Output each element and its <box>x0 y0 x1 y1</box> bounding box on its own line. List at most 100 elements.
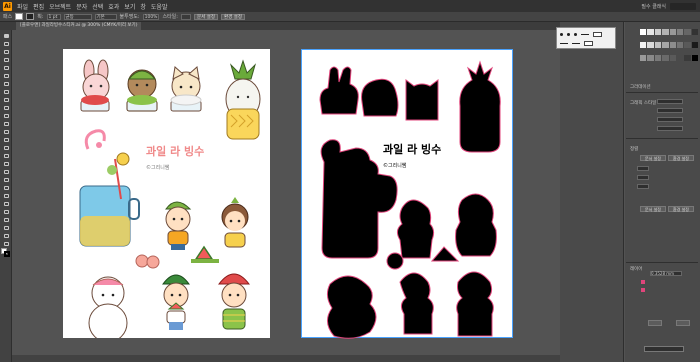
swatch[interactable] <box>669 55 676 61</box>
strawberry-kid-sticker[interactable] <box>217 273 251 330</box>
brush-line-icon[interactable] <box>572 43 580 44</box>
symbol-sprayer-tool-icon[interactable] <box>2 209 10 215</box>
brush-round-icon[interactable] <box>567 33 570 36</box>
eraser-tool-icon[interactable] <box>2 121 10 127</box>
menu-object[interactable]: 오브젝트 <box>49 2 71 11</box>
graph-tool-icon[interactable] <box>2 217 10 223</box>
hand-tool-icon[interactable] <box>2 233 10 239</box>
menu-edit[interactable]: 편집 <box>33 2 44 11</box>
watermelon-slice-sticker[interactable] <box>191 245 219 263</box>
style-field-2[interactable] <box>657 117 683 122</box>
style-field[interactable] <box>180 13 191 20</box>
menu-help[interactable]: 도움말 <box>151 2 168 11</box>
document-setup-button[interactable]: 문서 설정 <box>193 13 218 20</box>
prefs-panel-button[interactable]: 환경 설정 <box>668 155 694 161</box>
style-field-3[interactable] <box>657 126 683 131</box>
swatch[interactable] <box>676 29 684 35</box>
pineapple-sticker[interactable] <box>225 59 261 140</box>
swatch[interactable] <box>691 42 698 48</box>
artboard-cut-lines[interactable]: 과일 라 빙수 ©그리니쌤 <box>301 49 513 339</box>
menu-effect[interactable]: 효과 <box>108 2 119 11</box>
canvas-area[interactable]: 과일 라 빙수 ©그리니쌤 과일 라 빙수 ©그리니쌤 <box>12 30 560 362</box>
swatch[interactable] <box>647 55 654 61</box>
swatch[interactable] <box>691 29 698 35</box>
gradient-panel-label[interactable]: 그라데이션 <box>630 84 651 90</box>
panel-button-a[interactable] <box>648 320 662 326</box>
unit-field[interactable]: 0.3528 mm <box>650 271 682 276</box>
swatch[interactable] <box>662 55 669 61</box>
mesh-tool-icon[interactable] <box>2 177 10 183</box>
flamingo-drink-sticker[interactable] <box>79 129 140 247</box>
peaches-sticker[interactable] <box>135 254 160 269</box>
style-select[interactable] <box>657 99 683 104</box>
panel-button-b[interactable] <box>676 320 690 326</box>
free-transform-tool-icon[interactable] <box>2 153 10 159</box>
width-tool-icon[interactable] <box>2 145 10 151</box>
brush-box-icon[interactable] <box>584 41 593 46</box>
brush-definition-field[interactable]: 기본 <box>94 13 117 20</box>
pen-tool-icon[interactable] <box>2 65 10 71</box>
scale-tool-icon[interactable] <box>2 137 10 143</box>
perspective-grid-tool-icon[interactable] <box>2 169 10 175</box>
line-tool-icon[interactable] <box>2 89 10 95</box>
swatch[interactable] <box>654 29 662 35</box>
preferences-button[interactable]: 환경 설정 <box>220 13 245 20</box>
swatch[interactable] <box>691 55 698 61</box>
brush-round-icon[interactable] <box>574 33 577 36</box>
kiwi-bear-sticker[interactable] <box>126 69 158 112</box>
variable-width-field[interactable]: 균등 <box>63 13 92 20</box>
swatch[interactable] <box>669 29 676 35</box>
eyedropper-tool-icon[interactable] <box>2 193 10 199</box>
swatch[interactable] <box>684 55 691 61</box>
swatch[interactable] <box>662 29 669 35</box>
stroke-swatch[interactable] <box>26 13 35 20</box>
stroke-weight-field[interactable]: 1 pt <box>46 13 61 20</box>
swatch[interactable] <box>654 55 662 61</box>
swatch[interactable] <box>662 42 669 48</box>
checkbox-row[interactable] <box>637 166 649 171</box>
rotate-tool-icon[interactable] <box>2 129 10 135</box>
pencil-tool-icon[interactable] <box>2 113 10 119</box>
swatch[interactable] <box>640 55 647 61</box>
zoom-tool-icon[interactable] <box>2 241 10 247</box>
swatch[interactable] <box>676 42 684 48</box>
brush-line-icon[interactable] <box>581 34 589 35</box>
style-field[interactable] <box>657 108 683 113</box>
lasso-tool-icon[interactable] <box>2 57 10 63</box>
gradient-tool-icon[interactable] <box>2 185 10 191</box>
doc-setup-panel-button-2[interactable]: 문서 설정 <box>640 206 666 212</box>
watermelon-kid-sticker[interactable] <box>162 274 190 330</box>
bunny-sticker[interactable] <box>80 59 110 112</box>
menu-select[interactable]: 선택 <box>92 2 103 11</box>
sheep-sticker[interactable] <box>88 276 128 343</box>
align-panel-label[interactable]: 정렬 <box>630 146 638 152</box>
girl-sticker[interactable] <box>221 197 249 248</box>
brushes-panel[interactable] <box>556 27 616 49</box>
menu-window[interactable]: 창 <box>140 2 146 11</box>
workspace-switcher[interactable]: 필수 클래식 <box>641 3 666 10</box>
search-input[interactable] <box>670 2 696 10</box>
brush-round-icon[interactable] <box>560 33 563 36</box>
curvature-tool-icon[interactable] <box>2 73 10 79</box>
prefs-panel-button-2[interactable]: 환경 설정 <box>668 206 694 212</box>
doc-setup-panel-button[interactable]: 문서 설정 <box>640 155 666 161</box>
panel-scrollbar[interactable] <box>644 346 684 352</box>
checkbox-row[interactable] <box>637 175 649 180</box>
layers-panel-label[interactable]: 레이어 <box>630 266 642 272</box>
paintbrush-tool-icon[interactable] <box>2 105 10 111</box>
blend-tool-icon[interactable] <box>2 201 10 207</box>
cat-sticker[interactable] <box>170 66 202 112</box>
menu-file[interactable]: 파일 <box>17 2 28 11</box>
magic-wand-tool-icon[interactable] <box>2 49 10 55</box>
graphic-style-label[interactable]: 그래픽 스타일 <box>630 100 656 106</box>
swatch[interactable] <box>647 29 654 35</box>
swatch[interactable] <box>640 42 647 48</box>
swatch[interactable] <box>684 42 691 48</box>
rectangle-tool-icon[interactable] <box>2 97 10 103</box>
swatch[interactable] <box>647 42 654 48</box>
artboard-color-stickers[interactable]: 과일 라 빙수 ©그리니쌤 <box>63 49 270 343</box>
artboard-tool-icon[interactable] <box>2 225 10 231</box>
selection-tool-icon[interactable] <box>2 33 10 39</box>
menu-view[interactable]: 보기 <box>124 2 135 11</box>
direct-selection-tool-icon[interactable] <box>2 41 10 47</box>
